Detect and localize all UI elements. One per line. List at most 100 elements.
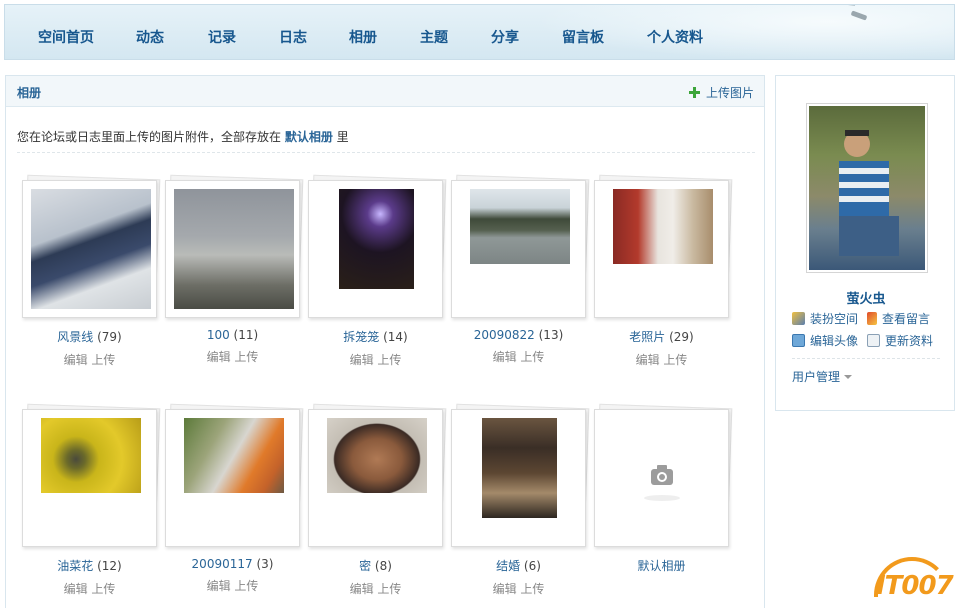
album-actions: 编辑 上传 bbox=[451, 348, 586, 365]
album-upload-link[interactable]: 上传 bbox=[520, 350, 544, 364]
album-count: (79) bbox=[97, 330, 122, 344]
album-cover[interactable] bbox=[22, 403, 161, 547]
upload-image-button[interactable]: 上传图片 bbox=[688, 84, 754, 101]
album-edit-link[interactable]: 编辑 bbox=[493, 350, 517, 364]
view-messages-link[interactable]: 查看留言 bbox=[867, 310, 930, 327]
decorate-space-link[interactable]: 装扮空间 bbox=[792, 310, 858, 327]
album-cover[interactable] bbox=[308, 403, 447, 547]
album-name-link[interactable]: 油菜花 bbox=[57, 559, 93, 573]
album-caption: 油菜花 (12) bbox=[22, 557, 157, 574]
album-cover[interactable] bbox=[308, 174, 447, 318]
chevron-down-icon bbox=[844, 375, 853, 379]
nav-item-feed[interactable]: 动态 bbox=[136, 27, 164, 47]
album-cover[interactable] bbox=[451, 174, 590, 318]
album-caption: 20090822 (13) bbox=[451, 328, 586, 342]
album-card: 油菜花 (12) 编辑 上传 bbox=[22, 403, 161, 597]
album-cover-photo bbox=[339, 189, 414, 289]
album-count: (12) bbox=[97, 559, 122, 573]
user-management-dropdown[interactable]: 用户管理 bbox=[792, 368, 853, 385]
album-upload-link[interactable]: 上传 bbox=[520, 582, 544, 596]
edit-avatar-link[interactable]: 编辑头像 bbox=[792, 332, 858, 349]
default-album-link[interactable]: 默认相册 bbox=[285, 130, 333, 144]
portrait-icon bbox=[792, 334, 805, 347]
album-name-link[interactable]: 20090822 bbox=[474, 328, 535, 342]
avatar[interactable] bbox=[806, 103, 928, 273]
album-card: 密 (8) 编辑 上传 bbox=[308, 403, 447, 597]
album-cover[interactable] bbox=[451, 403, 590, 547]
album-cover[interactable] bbox=[594, 403, 733, 547]
nav-item-blog[interactable]: 日志 bbox=[279, 27, 307, 47]
nav-item-topics[interactable]: 主题 bbox=[420, 27, 448, 47]
default-album-name-link[interactable]: 默认相册 bbox=[637, 559, 685, 573]
album-edit-link[interactable]: 编辑 bbox=[493, 582, 517, 596]
album-upload-link[interactable]: 上传 bbox=[91, 353, 115, 367]
album-cover-frame bbox=[22, 409, 157, 547]
album-actions: 编辑 上传 bbox=[308, 351, 443, 368]
nav-item-guestbook[interactable]: 留言板 bbox=[562, 27, 604, 47]
album-card: 默认相册 bbox=[594, 403, 733, 574]
album-caption: 20090117 (3) bbox=[165, 557, 300, 571]
album-actions: 编辑 上传 bbox=[22, 351, 157, 368]
album-caption: 老照片 (29) bbox=[594, 328, 729, 345]
album-cover-photo bbox=[174, 189, 294, 309]
album-upload-link[interactable]: 上传 bbox=[234, 579, 258, 593]
album-actions: 编辑 上传 bbox=[22, 580, 157, 597]
intro-suffix: 里 bbox=[332, 130, 349, 144]
intro-divider bbox=[17, 152, 755, 153]
album-caption: 结婚 (6) bbox=[451, 557, 586, 574]
album-cover-frame bbox=[451, 409, 586, 547]
album-edit-link[interactable]: 编辑 bbox=[64, 353, 88, 367]
album-upload-link[interactable]: 上传 bbox=[234, 350, 258, 364]
user-management-label: 用户管理 bbox=[792, 370, 841, 384]
album-actions: 编辑 上传 bbox=[165, 348, 300, 365]
album-caption: 100 (11) bbox=[165, 328, 300, 342]
album-card: 风景线 (79) 编辑 上传 bbox=[22, 174, 161, 368]
album-actions: 编辑 上传 bbox=[594, 351, 729, 368]
album-upload-link[interactable]: 上传 bbox=[663, 353, 687, 367]
album-edit-link[interactable]: 编辑 bbox=[636, 353, 660, 367]
album-card: 拆笼笼 (14) 编辑 上传 bbox=[308, 174, 447, 368]
album-name-link[interactable]: 结婚 bbox=[496, 559, 520, 573]
album-upload-link[interactable]: 上传 bbox=[91, 582, 115, 596]
album-name-link[interactable]: 风景线 bbox=[57, 330, 93, 344]
album-panel-header: 相册 上传图片 bbox=[6, 76, 764, 107]
album-name-link[interactable]: 20090117 bbox=[192, 557, 253, 571]
nav-item-home[interactable]: 空间首页 bbox=[38, 27, 94, 47]
album-cover-photo bbox=[482, 418, 557, 518]
upload-image-label: 上传图片 bbox=[705, 86, 754, 100]
album-edit-link[interactable]: 编辑 bbox=[207, 350, 231, 364]
album-name-link[interactable]: 拆笼笼 bbox=[343, 330, 379, 344]
album-actions: 编辑 上传 bbox=[308, 580, 443, 597]
album-upload-link[interactable]: 上传 bbox=[377, 353, 401, 367]
nav-item-profile[interactable]: 个人资料 bbox=[647, 27, 703, 47]
album-count: (8) bbox=[374, 559, 392, 573]
nav-item-share[interactable]: 分享 bbox=[491, 27, 519, 47]
album-name-link[interactable]: 老照片 bbox=[629, 330, 665, 344]
album-intro-text: 您在论坛或日志里面上传的图片附件，全部存放在 默认相册 里 bbox=[17, 128, 349, 145]
album-cover-photo bbox=[184, 418, 284, 493]
nav-item-records[interactable]: 记录 bbox=[208, 27, 236, 47]
album-count: (13) bbox=[538, 328, 564, 342]
album-cover[interactable] bbox=[165, 403, 304, 547]
nav-item-album[interactable]: 相册 bbox=[349, 27, 377, 47]
album-edit-link[interactable]: 编辑 bbox=[64, 582, 88, 596]
album-caption: 拆笼笼 (14) bbox=[308, 328, 443, 345]
album-card: 20090822 (13) 编辑 上传 bbox=[451, 174, 590, 365]
plus-icon bbox=[688, 87, 700, 98]
username: 萤火虫 bbox=[846, 292, 886, 307]
album-cover-photo bbox=[613, 189, 713, 264]
album-cover[interactable] bbox=[594, 174, 733, 318]
album-name-link[interactable]: 密 bbox=[359, 559, 371, 573]
album-cover-photo bbox=[470, 189, 570, 264]
album-cover[interactable] bbox=[22, 174, 161, 318]
update-profile-link[interactable]: 更新资料 bbox=[867, 332, 933, 349]
album-edit-link[interactable]: 编辑 bbox=[207, 579, 231, 593]
album-edit-link[interactable]: 编辑 bbox=[350, 353, 374, 367]
album-upload-link[interactable]: 上传 bbox=[377, 582, 401, 596]
album-name-link[interactable]: 100 bbox=[207, 328, 230, 342]
pencil-icon bbox=[867, 312, 877, 325]
album-cover-frame bbox=[308, 409, 443, 547]
decorate-space-label: 装扮空间 bbox=[810, 312, 859, 326]
album-edit-link[interactable]: 编辑 bbox=[350, 582, 374, 596]
album-cover[interactable] bbox=[165, 174, 304, 318]
